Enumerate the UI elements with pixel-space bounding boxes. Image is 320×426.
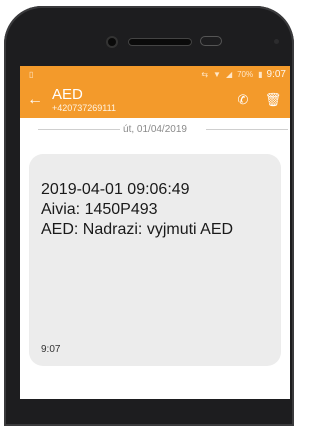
message-line: AED: Nadrazi: vyjmuti AED [41,221,234,238]
status-bar: ▯ ⇆ ▼ ◢ 70% ▮ 9:07 [20,66,290,82]
message-time: 9:07 [41,344,61,355]
delete-icon[interactable]: 🗑 [262,92,284,108]
message-line: 2019-04-01 09:06:49 [41,181,190,198]
battery-percent: 70% [237,69,254,79]
proximity-sensor [200,36,222,46]
message-bubble[interactable]: 2019-04-01 09:06:49 Aivia: 1450P493 AED:… [29,154,281,366]
signal-icon: ◢ [225,69,233,79]
status-time: 9:07 [266,68,286,80]
message-line: Aivia: 1450P493 [41,201,158,218]
app-bar: ← AED +420737269111 ✆ 🗑 [20,82,290,118]
phone-screen: ▯ ⇆ ▼ ◢ 70% ▮ 9:07 ← AED +420737269111 ✆… [20,66,290,399]
front-camera [108,38,116,46]
date-separator: út, 01/04/2019 [20,120,290,138]
light-sensor [274,39,279,44]
divider [206,129,288,130]
date-label: út, 01/04/2019 [120,123,190,135]
contact-number: +420737269111 [52,103,116,113]
earpiece-speaker [128,38,192,46]
back-arrow-icon[interactable]: ← [26,91,44,109]
nfc-icon: ⇆ [201,69,209,79]
battery-icon: ▮ [258,69,263,79]
divider [38,129,120,130]
contact-name: AED [52,86,83,103]
wifi-icon: ▼ [213,69,221,79]
contact-header[interactable]: AED +420737269111 [52,87,224,113]
call-icon[interactable]: ✆ [232,92,254,108]
notification-icon: ▯ [29,69,34,79]
